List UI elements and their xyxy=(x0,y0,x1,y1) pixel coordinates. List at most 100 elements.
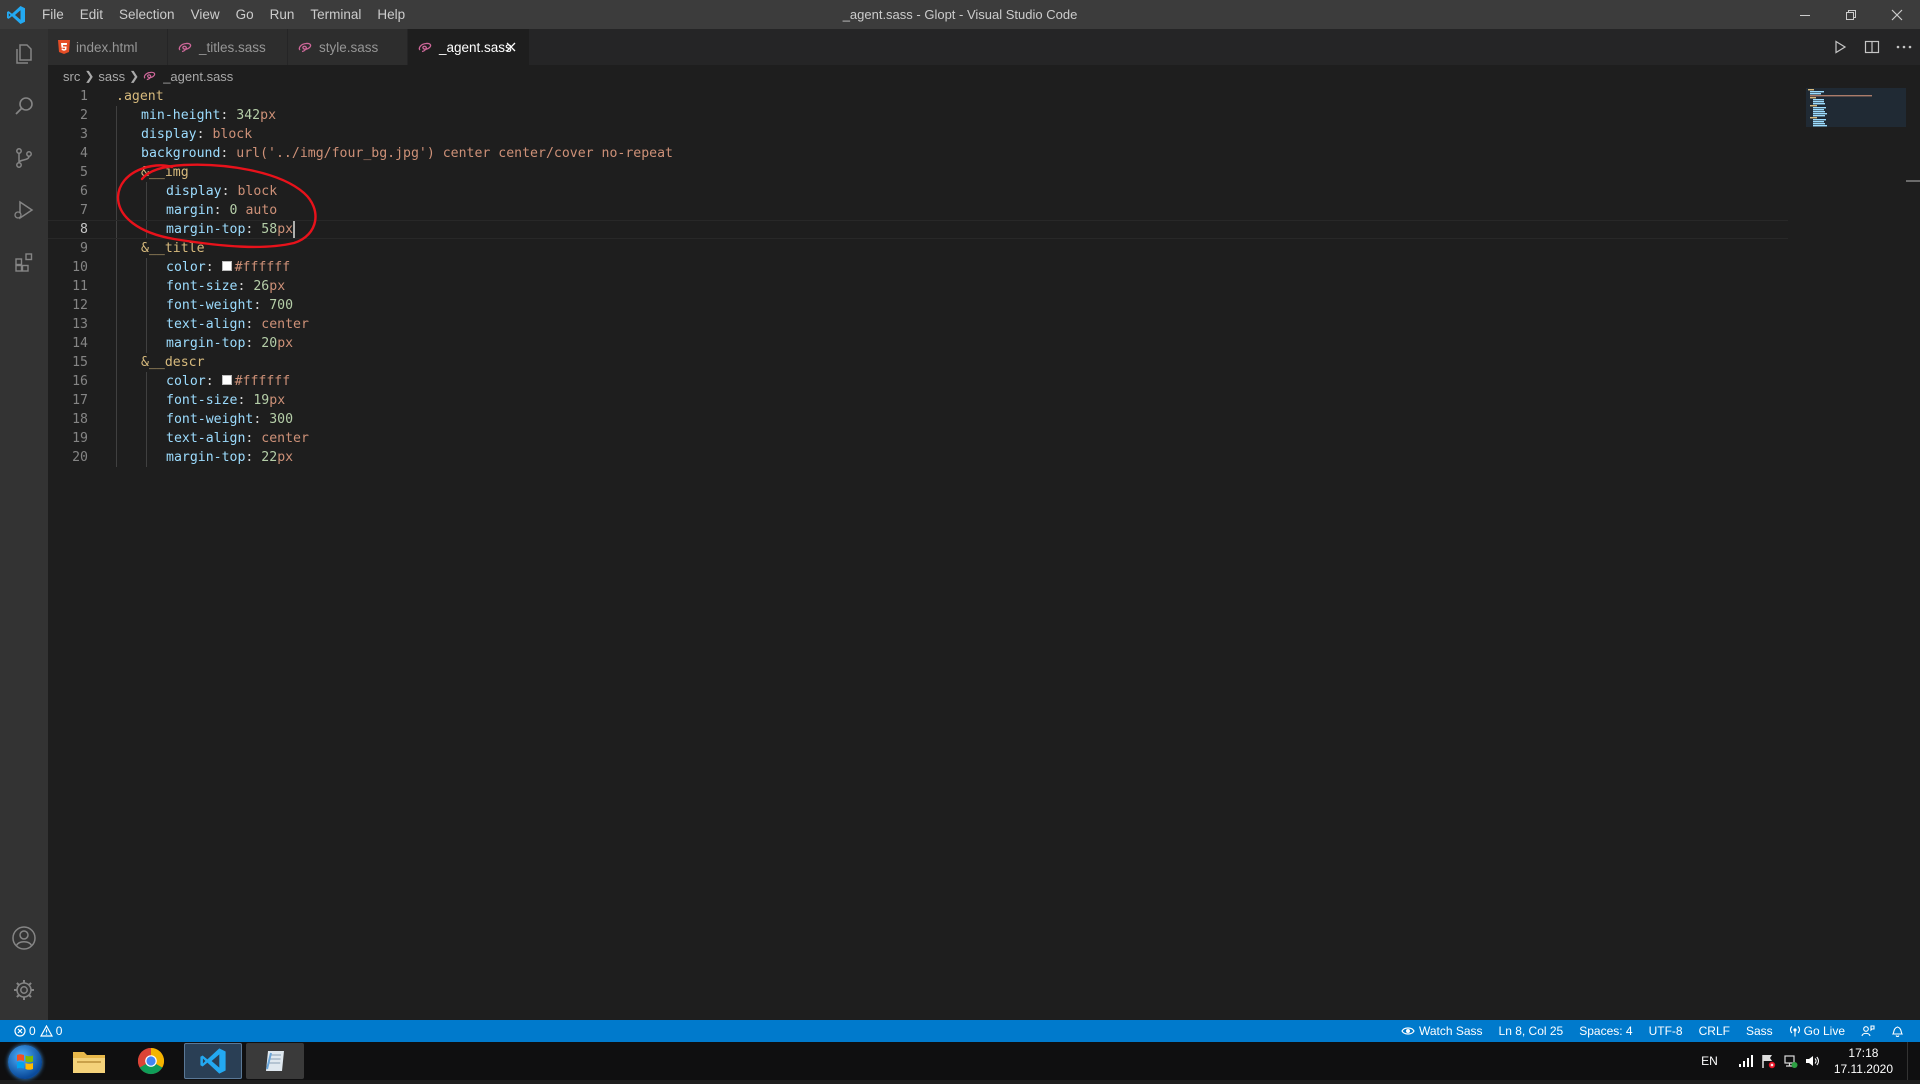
sass-icon xyxy=(144,71,156,81)
show-desktop-button[interactable] xyxy=(1907,1042,1920,1080)
tab-index-html[interactable]: index.html xyxy=(48,29,168,65)
cursor-position[interactable]: Ln 8, Col 25 xyxy=(1491,1020,1572,1042)
color-value-token: #ffffff xyxy=(234,374,291,389)
code-content: margin-top: 20px xyxy=(166,334,293,353)
tab-titles-sass[interactable]: _titles.sass xyxy=(168,29,288,65)
start-button[interactable] xyxy=(8,1045,42,1079)
code-line[interactable]: 17 font-size: 19px xyxy=(48,391,1788,410)
extensions-icon xyxy=(15,253,33,272)
property-token: color xyxy=(166,374,206,389)
code-line[interactable]: 16 color: #ffffff xyxy=(48,372,1788,391)
menu-help[interactable]: Help xyxy=(369,0,413,29)
code-line[interactable]: 15 &__descr xyxy=(48,353,1788,372)
colon-token: : xyxy=(205,374,222,389)
menu-go[interactable]: Go xyxy=(228,0,262,29)
accounts-button[interactable] xyxy=(0,914,48,962)
code-line[interactable]: 1 .agent xyxy=(48,87,1788,106)
close-icon xyxy=(506,42,516,52)
code-editor[interactable]: 1 .agent 2 min-height: 342px 3 display: block… xyxy=(48,87,1920,1020)
input-language[interactable]: EN xyxy=(1701,1054,1718,1068)
notifications-button[interactable] xyxy=(1883,1024,1912,1038)
menu-terminal[interactable]: Terminal xyxy=(302,0,369,29)
tab-style-sass[interactable]: style.sass xyxy=(288,29,408,65)
code-line[interactable]: 14 margin-top: 20px xyxy=(48,334,1788,353)
code-line[interactable]: 10 color: #ffffff xyxy=(48,258,1788,277)
breadcrumb-item[interactable]: _agent.sass xyxy=(163,69,233,84)
minimap[interactable] xyxy=(1806,87,1906,1020)
code-line[interactable]: 3 display: block xyxy=(48,125,1788,144)
menu-run[interactable]: Run xyxy=(262,0,303,29)
code-line[interactable]: 13 text-align: center xyxy=(48,315,1788,334)
breadcrumb-item[interactable]: sass xyxy=(98,69,125,84)
encoding-setting[interactable]: UTF-8 xyxy=(1641,1020,1691,1042)
taskbar-file-explorer[interactable] xyxy=(60,1043,118,1079)
menu-edit[interactable]: Edit xyxy=(72,0,111,29)
restore-button[interactable] xyxy=(1828,0,1874,29)
close-tab-button[interactable] xyxy=(503,39,519,55)
code-line[interactable]: 2 min-height: 342px xyxy=(48,106,1788,125)
vertical-scrollbar[interactable] xyxy=(1906,87,1920,1020)
colon-token: : xyxy=(220,108,237,123)
explorer-button[interactable] xyxy=(0,30,48,78)
colon-token: : xyxy=(245,336,262,351)
action-center-flag-icon[interactable] xyxy=(1760,1053,1776,1069)
menu-selection[interactable]: Selection xyxy=(111,0,183,29)
eye-icon xyxy=(1401,1027,1415,1035)
network-status-icon[interactable] xyxy=(1782,1053,1798,1069)
line-number: 8 xyxy=(80,222,88,237)
extensions-button[interactable] xyxy=(0,238,48,286)
more-actions-button[interactable] xyxy=(1888,29,1920,65)
indentation-setting[interactable]: Spaces: 4 xyxy=(1571,1020,1640,1042)
breadcrumb-item[interactable]: src xyxy=(63,69,80,84)
feedback-button[interactable] xyxy=(1853,1024,1883,1038)
unit-token: px xyxy=(269,393,286,408)
code-line[interactable]: 12 font-weight: 700 xyxy=(48,296,1788,315)
line-number: 13 xyxy=(72,317,88,332)
code-line[interactable]: 20 margin-top: 22px xyxy=(48,448,1788,467)
menu-view[interactable]: View xyxy=(183,0,228,29)
run-file-button[interactable] xyxy=(1824,29,1856,65)
eol-setting[interactable]: CRLF xyxy=(1691,1020,1738,1042)
language-mode[interactable]: Sass xyxy=(1738,1020,1781,1042)
go-live-button[interactable]: Go Live xyxy=(1781,1020,1853,1042)
close-window-button[interactable] xyxy=(1874,0,1920,29)
activity-bar xyxy=(0,29,48,1020)
taskbar-vscode[interactable] xyxy=(184,1043,242,1079)
manage-button[interactable] xyxy=(0,966,48,1014)
code-line[interactable]: 19 text-align: center xyxy=(48,429,1788,448)
source-control-button[interactable] xyxy=(0,134,48,182)
search-button[interactable] xyxy=(0,82,48,130)
status-left: 0 0 xyxy=(10,1020,66,1042)
run-debug-button[interactable] xyxy=(0,186,48,234)
line-number: 11 xyxy=(72,279,88,294)
taskbar-notepad[interactable] xyxy=(246,1043,304,1079)
system-clock[interactable]: 17:18 17.11.2020 xyxy=(1834,1045,1893,1077)
color-swatch[interactable] xyxy=(221,261,232,271)
problems-indicator[interactable]: 0 0 xyxy=(10,1020,66,1042)
feedback-icon xyxy=(1861,1025,1875,1037)
minimize-button[interactable] xyxy=(1782,0,1828,29)
code-line[interactable]: 11 font-size: 26px xyxy=(48,277,1788,296)
color-swatch[interactable] xyxy=(221,375,232,385)
signal-icon[interactable] xyxy=(1738,1055,1754,1067)
line-number: 5 xyxy=(80,165,88,180)
menu-file[interactable]: File xyxy=(34,0,72,29)
property-token: font-weight xyxy=(166,298,254,313)
volume-icon[interactable] xyxy=(1804,1053,1820,1069)
clock-time: 17:18 xyxy=(1848,1046,1879,1060)
system-tray: EN 17:18 17.11.2020 xyxy=(1701,1042,1920,1080)
tab-agent-sass[interactable]: _agent.sass xyxy=(408,29,530,65)
code-content: margin-top: 22px xyxy=(166,448,293,467)
colon-token: : xyxy=(253,298,270,313)
property-token: font-weight xyxy=(166,412,254,427)
watch-sass-button[interactable]: Watch Sass xyxy=(1393,1020,1491,1042)
taskbar-chrome[interactable] xyxy=(122,1043,180,1079)
sass-icon xyxy=(298,42,312,52)
split-editor-button[interactable] xyxy=(1856,29,1888,65)
code-line[interactable]: 18 font-weight: 300 xyxy=(48,410,1788,429)
go-live-label: Go Live xyxy=(1803,1024,1845,1038)
line-number: 14 xyxy=(72,336,88,351)
editor-tabs: index.html _titles.sass style.sass _agen… xyxy=(48,29,1920,65)
number-token: 19 xyxy=(253,393,270,408)
value-token: center xyxy=(261,431,309,446)
